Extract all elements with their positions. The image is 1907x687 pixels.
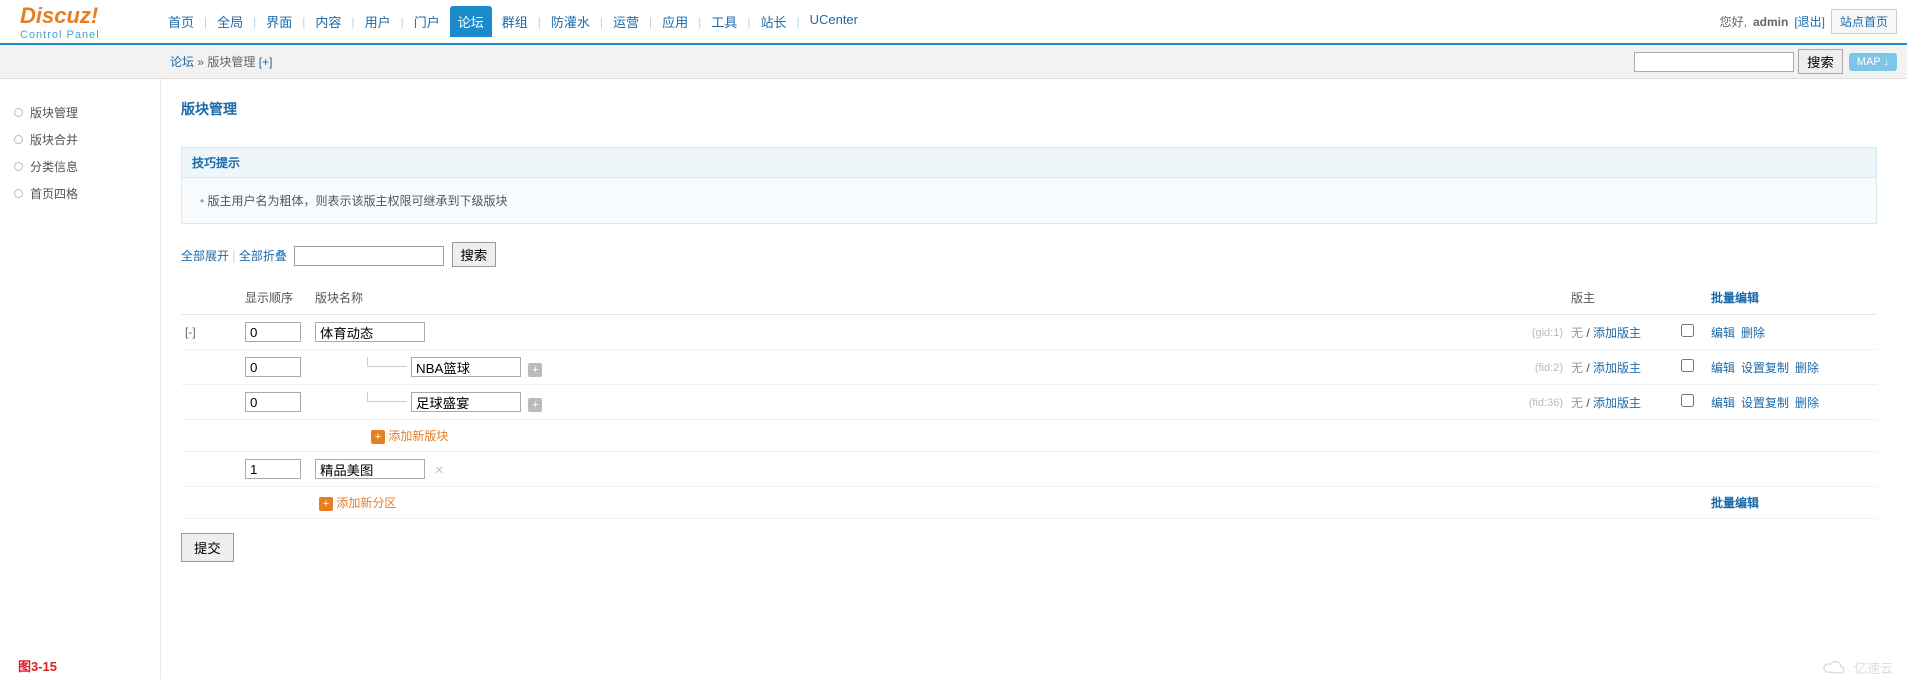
order-input[interactable] <box>245 459 301 479</box>
delete-link[interactable]: 删除 <box>1795 396 1819 410</box>
edit-link[interactable]: 编辑 <box>1711 361 1735 375</box>
breadcrumb: 论坛 » 版块管理 [+] <box>170 53 1634 70</box>
col-batch-edit[interactable]: 批量编辑 <box>1711 291 1759 305</box>
col-name: 版块名称 <box>311 281 1487 315</box>
plus-icon[interactable]: + <box>319 497 333 511</box>
forum-name-input[interactable] <box>315 322 425 342</box>
tip-box: 技巧提示 版主用户名为粗体，则表示该版主权限可继承到下级版块 <box>181 147 1877 224</box>
crumb-current: 版块管理 <box>207 55 255 69</box>
row-checkbox[interactable] <box>1681 394 1694 407</box>
site-home-button[interactable]: 站点首页 <box>1831 9 1897 34</box>
greeting: 您好, <box>1720 13 1747 30</box>
order-input[interactable] <box>245 392 301 412</box>
logout-link[interactable]: [退出] <box>1794 13 1825 30</box>
username: admin <box>1753 15 1788 29</box>
forum-name-input[interactable] <box>411 357 521 377</box>
page-title: 版块管理 <box>181 99 1877 129</box>
batch-edit-link[interactable]: 批量编辑 <box>1711 496 1759 510</box>
add-owner-link[interactable]: 添加版主 <box>1593 361 1641 375</box>
nav-ui[interactable]: 界面 <box>258 6 300 37</box>
sidebar-item-forum-merge[interactable]: 版块合并 <box>14 126 160 153</box>
delete-link[interactable]: 删除 <box>1795 361 1819 375</box>
crumb-forum[interactable]: 论坛 <box>170 55 194 69</box>
toggle-collapse[interactable]: [-] <box>185 325 196 339</box>
nav-user[interactable]: 用户 <box>357 6 399 37</box>
nav-ucenter[interactable]: UCenter <box>802 6 866 37</box>
nav-home[interactable]: 首页 <box>160 6 202 37</box>
collapse-all-link[interactable]: 全部折叠 <box>239 249 287 263</box>
table-row: + (fid:36) 无 / 添加版主 编辑设置复制删除 <box>181 385 1877 420</box>
add-owner-link[interactable]: 添加版主 <box>1593 326 1641 340</box>
brand-text: Discuz <box>20 3 91 28</box>
order-input[interactable] <box>245 357 301 377</box>
order-input[interactable] <box>245 322 301 342</box>
copy-setting-link[interactable]: 设置复制 <box>1741 396 1789 410</box>
col-order: 显示顺序 <box>241 281 311 315</box>
nav-global[interactable]: 全局 <box>209 6 251 37</box>
crumb-add[interactable]: [+] <box>259 55 273 69</box>
id-tag: (gid:1) <box>1532 327 1563 339</box>
top-search-input[interactable] <box>1634 52 1794 72</box>
edit-link[interactable]: 编辑 <box>1711 326 1735 340</box>
tree-line-icon <box>367 392 407 402</box>
add-category-row: + 添加新分区 批量编辑 <box>181 487 1877 519</box>
nav-content[interactable]: 内容 <box>307 6 349 37</box>
nav-antispam[interactable]: 防灌水 <box>543 6 598 37</box>
top-search-button[interactable]: 搜索 <box>1798 49 1843 74</box>
submit-button[interactable]: 提交 <box>181 533 234 562</box>
nav-app[interactable]: 应用 <box>654 6 696 37</box>
add-child-icon[interactable]: + <box>528 363 542 377</box>
tree-line-icon <box>367 357 407 367</box>
sidebar-item-category-info[interactable]: 分类信息 <box>14 153 160 180</box>
edit-link[interactable]: 编辑 <box>1711 396 1735 410</box>
table-row: + (fid:2) 无 / 添加版主 编辑设置复制删除 <box>181 350 1877 385</box>
owner-none: 无 <box>1571 326 1583 340</box>
brand-bang: ! <box>91 3 98 28</box>
table-row: [-] (gid:1) 无 / 添加版主 编辑删除 <box>181 315 1877 350</box>
nav-portal[interactable]: 门户 <box>406 6 448 37</box>
id-tag: (fid:2) <box>1535 362 1563 374</box>
plus-icon[interactable]: + <box>371 430 385 444</box>
expand-all-link[interactable]: 全部展开 <box>181 249 229 263</box>
forum-name-input[interactable] <box>411 392 521 412</box>
watermark: 亿速云 <box>1822 658 1893 677</box>
forum-search-input[interactable] <box>294 246 444 266</box>
add-child-icon[interactable]: + <box>528 398 542 412</box>
forum-search-button[interactable]: 搜索 <box>452 242 497 267</box>
main-nav: 首页| 全局| 界面| 内容| 用户| 门户 论坛 群组| 防灌水| 运营| 应… <box>160 6 1720 37</box>
control-panel-label: Control Panel <box>20 29 160 41</box>
figure-label: 图3-15 <box>18 656 57 675</box>
cloud-icon <box>1822 659 1850 677</box>
add-sub-forum-link[interactable]: 添加新版块 <box>388 429 448 443</box>
sidebar-item-home-grid[interactable]: 首页四格 <box>14 180 160 207</box>
copy-setting-link[interactable]: 设置复制 <box>1741 361 1789 375</box>
nav-group[interactable]: 群组 <box>494 6 536 37</box>
row-checkbox[interactable] <box>1681 324 1694 337</box>
logo: Discuz! Control Panel <box>10 3 160 41</box>
nav-operation[interactable]: 运营 <box>605 6 647 37</box>
remove-icon[interactable]: × <box>435 462 443 478</box>
nav-forum[interactable]: 论坛 <box>450 6 492 37</box>
add-category-link[interactable]: 添加新分区 <box>336 496 396 510</box>
id-tag: (fid:36) <box>1529 397 1563 409</box>
map-button[interactable]: MAP ↓ <box>1849 53 1897 71</box>
forum-name-input[interactable] <box>315 459 425 479</box>
delete-link[interactable]: 删除 <box>1741 326 1765 340</box>
nav-siteowner[interactable]: 站长 <box>752 6 794 37</box>
table-row: × <box>181 452 1877 487</box>
tip-heading: 技巧提示 <box>182 148 1876 178</box>
sidebar-item-forum-manage[interactable]: 版块管理 <box>14 99 160 126</box>
nav-tools[interactable]: 工具 <box>703 6 745 37</box>
col-owner: 版主 <box>1567 281 1677 315</box>
tip-text: 版主用户名为粗体，则表示该版主权限可继承到下级版块 <box>182 178 1876 223</box>
add-owner-link[interactable]: 添加版主 <box>1593 396 1641 410</box>
add-sub-row: + 添加新版块 <box>181 420 1877 452</box>
row-checkbox[interactable] <box>1681 359 1694 372</box>
sidebar: 版块管理 版块合并 分类信息 首页四格 <box>0 79 160 679</box>
